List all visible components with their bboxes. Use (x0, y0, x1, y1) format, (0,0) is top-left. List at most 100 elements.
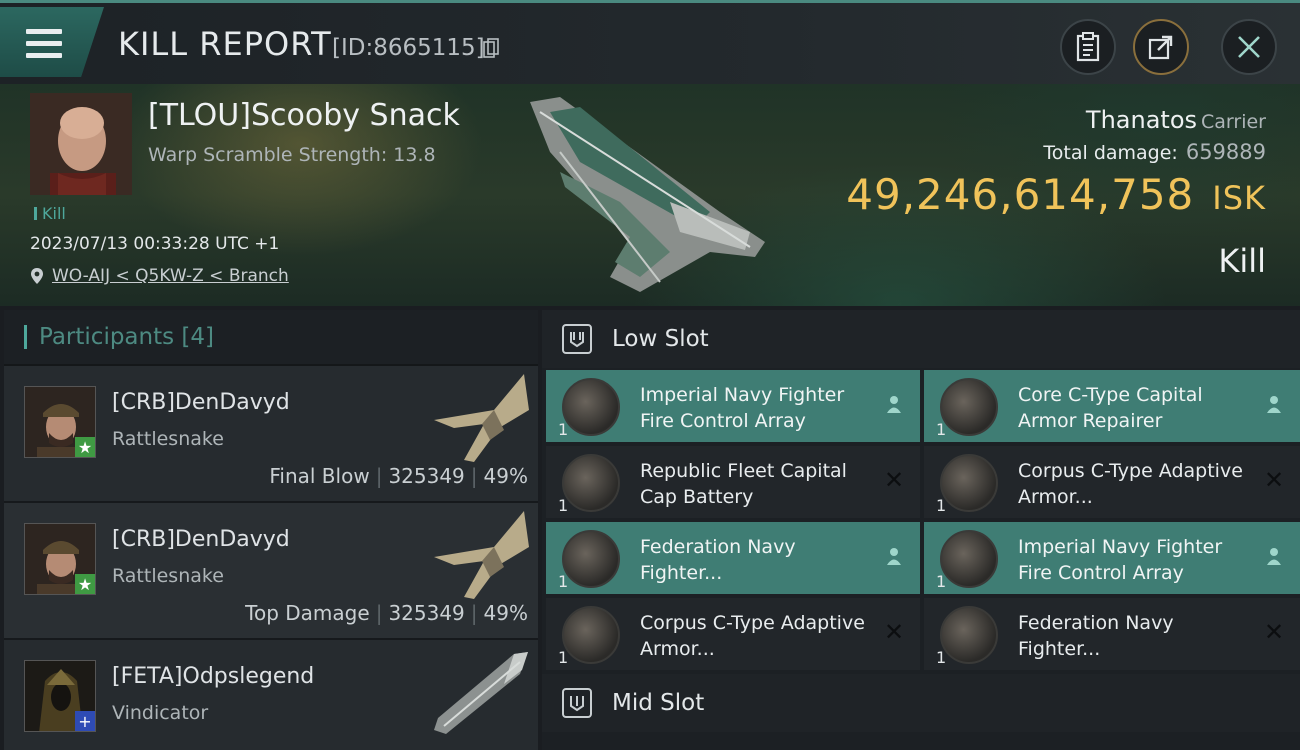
mid-slot-header: Mid Slot (542, 674, 1300, 732)
module-name: Republic Fleet Capital Cap Battery (640, 460, 847, 508)
participants-header: Participants [4] (4, 310, 538, 366)
share-button[interactable] (1133, 19, 1189, 75)
victim-portrait[interactable] (30, 93, 132, 195)
participant-role: Final Blow (269, 464, 370, 488)
module-item[interactable]: 1 Federation Navy Fighter... (546, 522, 920, 594)
module-item[interactable]: 1 Core C-Type Capital Armor Repairer (924, 370, 1300, 442)
x-icon: ✕ (883, 618, 905, 646)
armor-repairer-icon (940, 378, 998, 436)
header-accent (24, 325, 27, 349)
total-damage-label: Total damage: (1043, 142, 1178, 164)
module-item[interactable]: 1 Imperial Navy Fighter Fire Control Arr… (924, 522, 1300, 594)
location-pin-icon (31, 268, 43, 284)
mid-slot-label: Mid Slot (612, 690, 705, 716)
fighter-support-icon (940, 606, 998, 664)
x-icon: ✕ (1263, 618, 1285, 646)
warp-scramble-strength: Warp Scramble Strength: 13.8 (148, 144, 436, 166)
participant-ship: Rattlesnake (112, 565, 224, 587)
isk-value: 49,246,614,758 ISK (846, 170, 1266, 219)
participants-count: [4] (181, 324, 215, 350)
participant-role: Top Damage (245, 601, 370, 625)
module-name: Imperial Navy Fighter Fire Control Array (1018, 536, 1223, 584)
module-item[interactable]: 1 Imperial Navy Fighter Fire Control Arr… (546, 370, 920, 442)
module-name: Corpus C-Type Adaptive Armor... (1018, 460, 1243, 508)
module-item[interactable]: 1 Federation Navy Fighter... ✕ (924, 598, 1300, 670)
avatar[interactable]: + (24, 660, 96, 732)
low-slot-grid: 1 Imperial Navy Fighter Fire Control Arr… (542, 368, 1300, 672)
victim-ship-image[interactable] (520, 92, 770, 302)
participant-percent: 49% (483, 601, 528, 625)
avatar (30, 93, 132, 195)
total-damage-value: 659889 (1185, 140, 1266, 164)
module-qty: 1 (558, 420, 569, 439)
victim-name[interactable]: [TLOU]Scooby Snack (148, 98, 460, 133)
participants-label: Participants [4] (39, 324, 215, 350)
victim-summary: [TLOU]Scooby Snack Warp Scramble Strengt… (0, 84, 1300, 306)
page-title: KILL REPORT (118, 25, 332, 63)
menu-icon (26, 29, 62, 59)
x-icon: ✕ (1263, 466, 1285, 494)
module-name: Corpus C-Type Adaptive Armor... (640, 612, 865, 660)
slot-icon (562, 324, 592, 354)
participant-percent: 49% (483, 464, 528, 488)
participant-ship: Rattlesnake (112, 428, 224, 450)
fighter-control-icon (940, 530, 998, 588)
participant-ship: Vindicator (112, 702, 209, 724)
fighter-support-icon (562, 530, 620, 588)
isk-unit: ISK (1212, 179, 1266, 217)
menu-button[interactable] (0, 7, 104, 77)
kill-timestamp: 2023/07/13 00:33:28 UTC +1 (30, 234, 280, 254)
participant-row[interactable]: ★ [CRB]DenDavyd Rattlesnake Final Blow | 3… (4, 366, 538, 503)
person-icon (882, 544, 906, 568)
participant-damage-info: Final Blow | 325349 | 49% (269, 464, 528, 488)
module-qty: 1 (936, 572, 947, 591)
module-name: Federation Navy Fighter... (640, 536, 796, 584)
low-slot-label: Low Slot (612, 326, 709, 352)
module-name: Federation Navy Fighter... (1018, 612, 1174, 660)
adaptive-armor-icon (940, 454, 998, 512)
module-item[interactable]: 1 Republic Fleet Capital Cap Battery ✕ (546, 446, 920, 518)
person-icon (1262, 544, 1286, 568)
clipboard-button[interactable] (1060, 19, 1116, 75)
participant-damage: 325349 (388, 464, 465, 488)
kill-result: Kill (1218, 242, 1266, 280)
avatar[interactable]: ★ (24, 523, 96, 595)
module-name: Imperial Navy Fighter Fire Control Array (640, 384, 845, 432)
participant-ship-image (434, 652, 528, 734)
module-qty: 1 (936, 496, 947, 515)
kill-tag: Kill (34, 204, 66, 223)
location-link[interactable]: WO-AIJ < Q5KW-Z < Branch (52, 266, 289, 286)
avatar[interactable]: ★ (24, 386, 96, 458)
fighter-control-icon (562, 378, 620, 436)
fitting-panel: Low Slot 1 Imperial Navy Fighter Fire Co… (542, 310, 1300, 750)
module-qty: 1 (936, 648, 947, 667)
close-button[interactable] (1221, 19, 1277, 75)
participant-damage: 325349 (388, 601, 465, 625)
slot-icon (562, 688, 592, 718)
kill-location[interactable]: WO-AIJ < Q5KW-Z < Branch (30, 266, 289, 286)
header-bar: KILL REPORT [ID:8665115] (0, 0, 1300, 84)
participant-name[interactable]: [CRB]DenDavyd (112, 527, 290, 552)
participant-ship-image (434, 511, 529, 599)
participant-name[interactable]: [FETA]Odpslegend (112, 664, 314, 689)
module-item[interactable]: 1 Corpus C-Type Adaptive Armor... ✕ (924, 446, 1300, 518)
close-icon (1238, 36, 1260, 58)
participant-damage-info: Top Damage | 325349 | 49% (245, 601, 528, 625)
participant-row[interactable]: ★ [CRB]DenDavyd Rattlesnake Top Damage | 3… (4, 503, 538, 640)
person-icon (1262, 392, 1286, 416)
module-name: Core C-Type Capital Armor Repairer (1018, 384, 1203, 432)
standing-badge: + (75, 711, 95, 731)
low-slot-header: Low Slot (542, 310, 1300, 368)
module-qty: 1 (558, 572, 569, 591)
participant-name[interactable]: [CRB]DenDavyd (112, 390, 290, 415)
victim-ship[interactable]: Thanatos Carrier (1086, 106, 1266, 134)
ship-name: Thanatos (1085, 106, 1198, 134)
isk-amount: 49,246,614,758 (846, 170, 1195, 219)
ship-class: Carrier (1201, 111, 1266, 133)
participant-row[interactable]: + [FETA]Odpslegend Vindicator (4, 640, 538, 750)
module-item[interactable]: 1 Corpus C-Type Adaptive Armor... ✕ (546, 598, 920, 670)
copy-icon[interactable] (483, 38, 499, 58)
clipboard-icon (1076, 32, 1100, 62)
module-qty: 1 (558, 648, 569, 667)
standing-badge: ★ (75, 574, 95, 594)
